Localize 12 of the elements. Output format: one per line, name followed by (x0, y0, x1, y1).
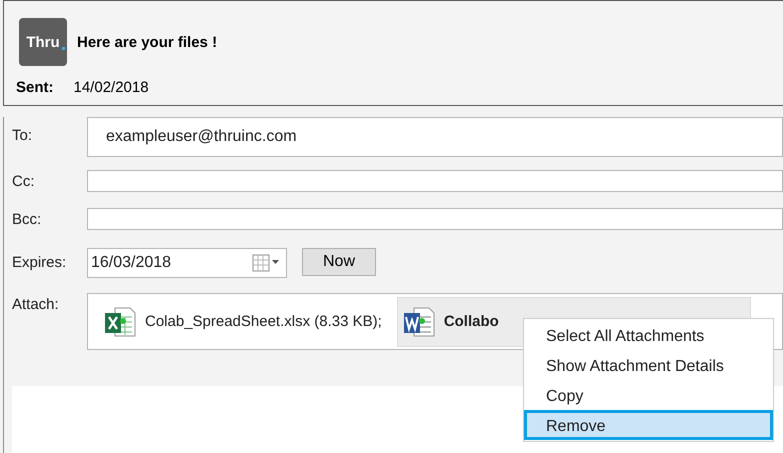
email-subject: Here are your files ! (77, 34, 218, 50)
field-label: Attach: (12, 295, 60, 313)
attachment-name: Colab_SpreadSheet.xlsx (8.33 KB); (145, 313, 382, 330)
attachment-name: Collabo (444, 313, 499, 330)
field-label: To: (12, 126, 34, 144)
date-value: 16/03/2018 (91, 254, 172, 272)
field-label: Expires: (12, 253, 68, 271)
field-label: Cc: (12, 172, 36, 190)
sent-date: 14/02/2018 (74, 79, 149, 96)
logo: Thru (19, 18, 67, 66)
sent-label: Sent: (16, 79, 54, 96)
field-label: Bcc: (12, 210, 42, 228)
